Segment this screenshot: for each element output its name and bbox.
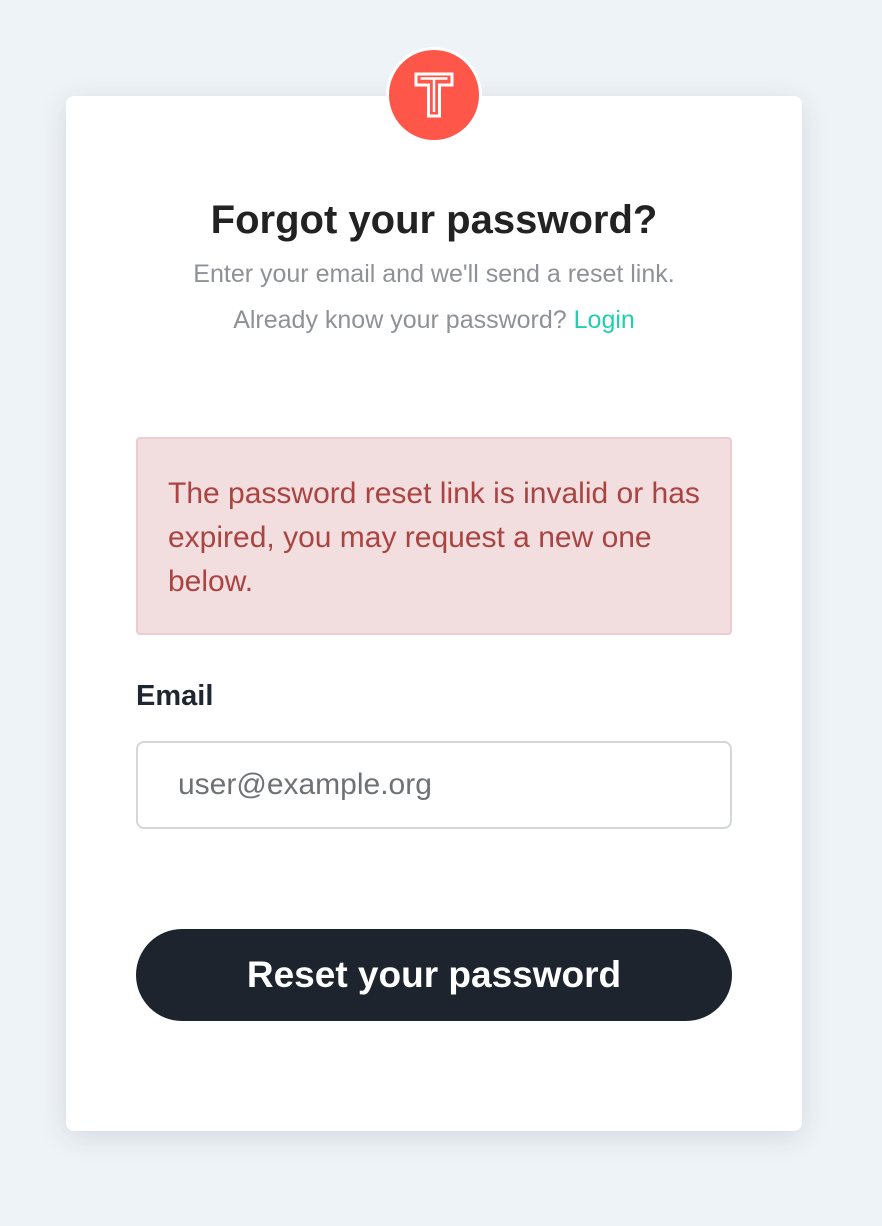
email-input[interactable] <box>136 741 732 829</box>
page-subtitle: Enter your email and we'll send a reset … <box>193 260 675 288</box>
email-label: Email <box>136 680 214 712</box>
t-logo-icon <box>386 47 482 143</box>
reset-password-button[interactable]: Reset your password <box>136 929 732 1021</box>
reset-password-card: Forgot your password? Enter your email a… <box>66 47 802 1131</box>
t-glyph <box>414 72 454 118</box>
error-alert: The password reset link is invalid or ha… <box>136 437 732 635</box>
login-link[interactable]: Login <box>574 306 635 334</box>
login-prompt-line: Already know your password? Login <box>66 302 802 338</box>
page-title: Forgot your password? <box>210 198 658 242</box>
login-prompt-text: Already know your password? <box>233 306 567 334</box>
